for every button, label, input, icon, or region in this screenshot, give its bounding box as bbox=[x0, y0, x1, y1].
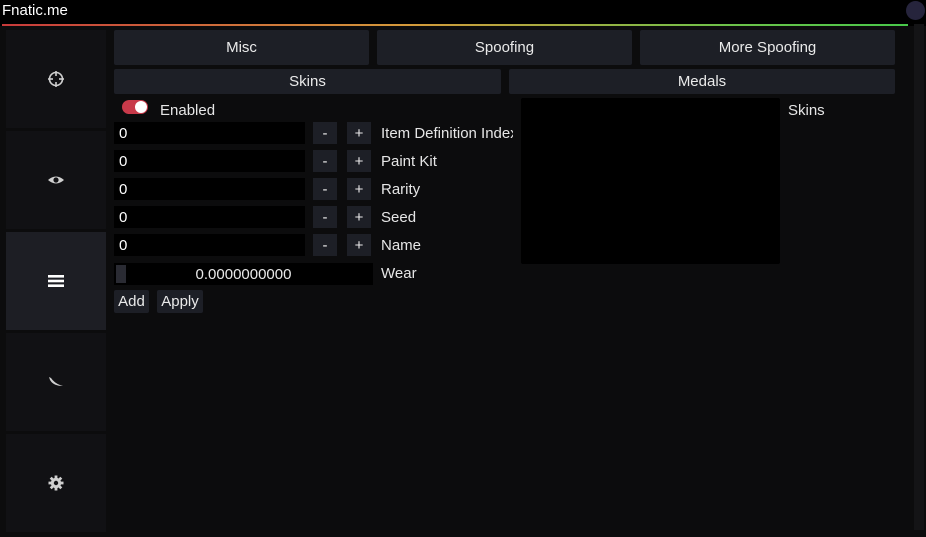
rarity-input[interactable]: 0 bbox=[114, 178, 305, 200]
tab-spoofing[interactable]: Spoofing bbox=[377, 30, 632, 65]
wear-slider[interactable]: 0.0000000000 bbox=[114, 263, 373, 285]
sidebar-tab-aimbot[interactable] bbox=[6, 30, 106, 128]
seed-label: Seed bbox=[381, 209, 417, 226]
skins-listbox[interactable] bbox=[521, 98, 780, 264]
paint-kit-label: Paint Kit bbox=[381, 153, 437, 170]
knife-icon bbox=[49, 377, 63, 386]
seed-input[interactable]: 0 bbox=[114, 206, 305, 228]
sidebar-tab-knife[interactable] bbox=[6, 333, 106, 431]
gear-icon bbox=[48, 475, 64, 491]
paint-kit-increment-button[interactable]: + bbox=[347, 150, 371, 172]
paint-kit-decrement-button[interactable]: - bbox=[313, 150, 337, 172]
rarity-increment-button[interactable]: + bbox=[347, 178, 371, 200]
tab-more-spoofing[interactable]: More Spoofing bbox=[640, 30, 895, 65]
sidebar-tab-skins[interactable] bbox=[6, 232, 106, 330]
apply-button[interactable]: Apply bbox=[157, 290, 203, 313]
seed-increment-button[interactable]: + bbox=[347, 206, 371, 228]
enabled-label: Enabled bbox=[160, 102, 216, 119]
name-decrement-button[interactable]: - bbox=[313, 234, 337, 256]
title-bar: Fnatic.me bbox=[0, 0, 926, 26]
skins-list-label: Skins bbox=[788, 102, 825, 119]
name-label: Name bbox=[381, 237, 422, 254]
wear-value: 0.0000000000 bbox=[195, 265, 292, 283]
close-dot-button[interactable] bbox=[906, 1, 925, 20]
add-button[interactable]: Add bbox=[114, 290, 149, 313]
accent-gradient-line bbox=[2, 24, 908, 26]
crosshair-icon bbox=[48, 71, 64, 87]
tab-misc[interactable]: Misc bbox=[114, 30, 369, 65]
item-definition-index-increment-button[interactable]: + bbox=[347, 122, 371, 144]
seed-decrement-button[interactable]: - bbox=[313, 206, 337, 228]
paint-kit-input[interactable]: 0 bbox=[114, 150, 305, 172]
sidebar-tab-settings[interactable] bbox=[6, 434, 106, 532]
sidebar-tab-visuals[interactable] bbox=[6, 131, 106, 229]
enabled-toggle[interactable] bbox=[122, 100, 148, 114]
scrollbar[interactable] bbox=[914, 24, 924, 530]
item-definition-index-label: Item Definition Index bbox=[381, 125, 513, 142]
window-title: Fnatic.me bbox=[2, 2, 68, 19]
name-increment-button[interactable]: + bbox=[347, 234, 371, 256]
name-input[interactable]: 0 bbox=[114, 234, 305, 256]
eye-icon bbox=[48, 176, 64, 184]
subtab-skins[interactable]: Skins bbox=[114, 69, 501, 94]
rarity-label: Rarity bbox=[381, 181, 421, 198]
item-definition-index-input[interactable]: 0 bbox=[114, 122, 305, 144]
menu-icon bbox=[48, 275, 64, 287]
rarity-decrement-button[interactable]: - bbox=[313, 178, 337, 200]
subtab-medals[interactable]: Medals bbox=[509, 69, 895, 94]
item-definition-index-decrement-button[interactable]: - bbox=[313, 122, 337, 144]
toggle-knob bbox=[135, 101, 147, 113]
wear-label: Wear bbox=[381, 265, 417, 282]
sidebar bbox=[6, 30, 106, 533]
